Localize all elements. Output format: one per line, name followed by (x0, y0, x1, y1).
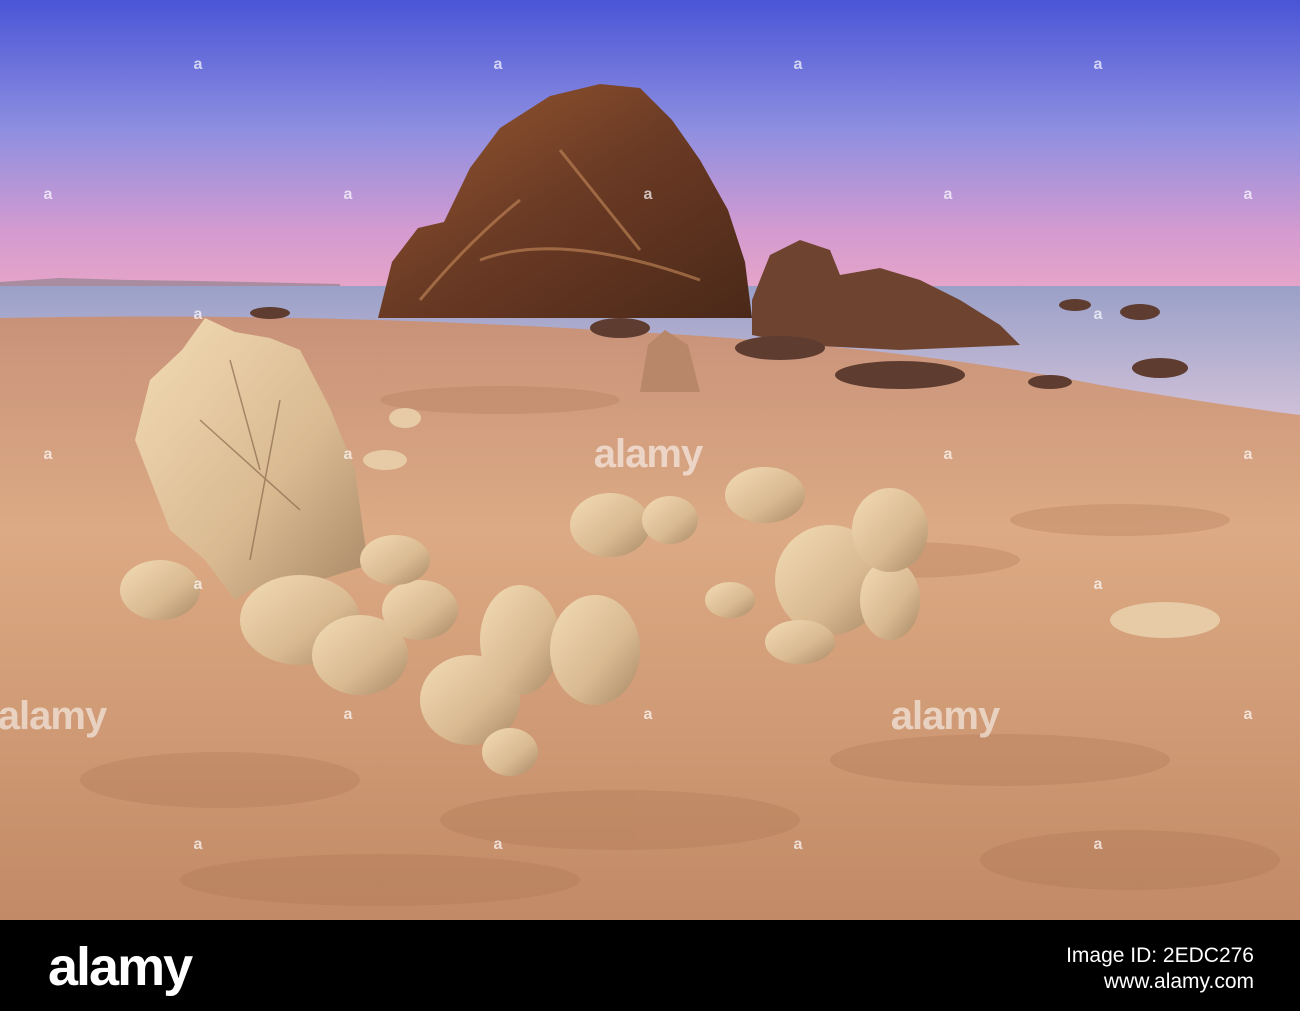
footer-bar: alamy Image ID: 2EDC276 www.alamy.com (0, 920, 1300, 1011)
beach-sunset-photo (0, 0, 1300, 920)
image-id: Image ID: 2EDC276 (1066, 944, 1254, 967)
image-info: Image ID: 2EDC276 www.alamy.com (1066, 944, 1254, 994)
alamy-logo: alamy (48, 937, 193, 997)
site-url: www.alamy.com (1103, 970, 1254, 993)
